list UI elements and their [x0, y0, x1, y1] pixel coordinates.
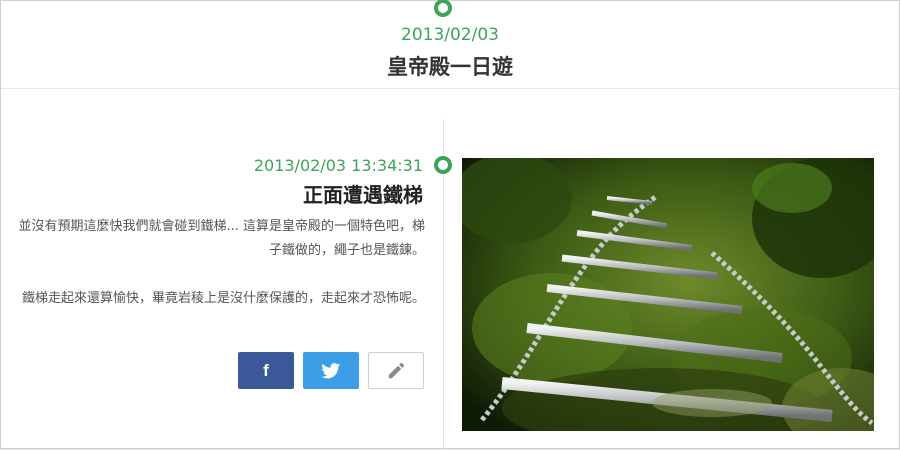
twitter-share-button[interactable]	[303, 352, 359, 389]
entry-title: 正面遭遇鐵梯	[303, 183, 423, 207]
twitter-bird-icon	[321, 362, 341, 378]
post-header: 2013/02/03 皇帝殿一日遊	[1, 0, 899, 89]
entry-photo	[462, 158, 874, 431]
post-title: 皇帝殿一日遊	[387, 55, 513, 79]
facebook-icon: f	[263, 360, 269, 380]
post-date: 2013/02/03	[401, 25, 499, 45]
edit-button[interactable]	[368, 352, 424, 389]
facebook-share-button[interactable]: f	[238, 352, 294, 389]
entry-paragraph: 並沒有預期這麼快我們就會碰到鐵梯... 這算是皇帝殿的一個特色吧，梯子鐵做的，繩…	[18, 219, 425, 258]
entry-paragraph: 鐵梯走起來還算愉快，畢竟岩稜上是沒什麼保護的，走起來才恐怖呢。	[21, 291, 425, 306]
page-frame: 2013/02/03 皇帝殿一日遊 2013/02/03 13:34:31 正面…	[0, 0, 900, 450]
entry-body: 並沒有預期這麼快我們就會碰到鐵梯... 這算是皇帝殿的一個特色吧，梯子鐵做的，繩…	[17, 215, 425, 311]
timeline-node-icon	[434, 0, 452, 17]
timeline-node-icon	[434, 156, 452, 174]
entry-timestamp: 2013/02/03 13:34:31	[253, 156, 423, 175]
pencil-icon	[388, 362, 405, 378]
ladder-photo	[462, 158, 874, 431]
